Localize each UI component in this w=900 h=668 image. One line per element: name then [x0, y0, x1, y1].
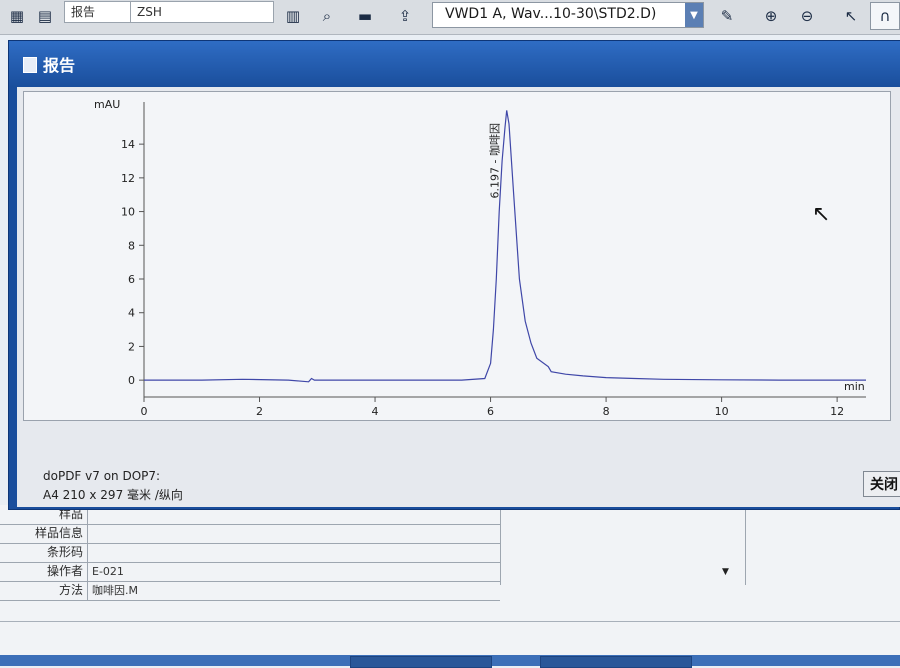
x-tick-label: 10: [715, 405, 729, 418]
form-divider: [0, 621, 900, 622]
x-axis-label: min: [844, 380, 865, 393]
export-icon[interactable]: ⇪: [390, 2, 420, 30]
zoom-in-icon[interactable]: ⊕: [756, 2, 786, 30]
printer-info-line2: A4 210 x 297 毫米 /纵向: [43, 488, 183, 502]
taskbar: [0, 655, 900, 668]
y-tick-label: 8: [128, 239, 135, 252]
y-tick-label: 10: [121, 206, 135, 219]
chevron-down-icon[interactable]: ▼: [685, 3, 703, 27]
y-tick-label: 6: [128, 273, 135, 286]
form-row-label: 条形码: [0, 543, 88, 562]
form-row-method: 方法 咖啡因.M: [0, 581, 500, 601]
grid-icon[interactable]: ▦: [2, 2, 32, 30]
y-tick-label: 12: [121, 172, 135, 185]
y-tick-label: 4: [128, 307, 135, 320]
palette-icon[interactable]: ✎: [712, 2, 742, 30]
x-tick-label: 12: [830, 405, 844, 418]
dialog-client: mAU min 0 2 4 6 8 10 12 0 2 4 6 8 10 12 14 6.197 - 咖啡…: [17, 87, 900, 507]
print-icon[interactable]: ▬: [350, 2, 380, 30]
close-button[interactable]: 关闭: [863, 471, 900, 497]
y-tick-label: 14: [121, 138, 135, 151]
form-row-label: 样品信息: [0, 524, 88, 543]
signal-selector[interactable]: VWD1 A, Wav...10-30\STD2.D) ▼: [432, 2, 704, 28]
form-row-label: 操作者: [0, 562, 88, 581]
taskbar-item[interactable]: [350, 656, 492, 668]
x-tick-label: 8: [603, 405, 610, 418]
pointer-icon[interactable]: ↖: [836, 2, 866, 30]
y-tick-label: 0: [128, 374, 135, 387]
form-side-panel: [500, 505, 746, 585]
chromatogram-chart: mAU min 0 2 4 6 8 10 12 0 2 4 6 8 10 12 14 6.197 - 咖啡…: [94, 98, 866, 418]
printer-info-line1: doPDF v7 on DOP7:: [43, 469, 161, 483]
y-axis-label: mAU: [94, 98, 120, 111]
form-row-label: 方法: [0, 581, 88, 600]
peak-icon[interactable]: ∩: [870, 2, 900, 30]
report-dialog: 报告 mAU min 0 2 4 6 8 10 12 0 2 4 6 8 10 12 14 6.197 -…: [8, 40, 900, 510]
dialog-titlebar[interactable]: 报告: [9, 41, 900, 87]
form-row-value[interactable]: 咖啡因.M: [92, 581, 138, 600]
table-icon[interactable]: ▥: [278, 2, 308, 30]
form-row-barcode: 条形码: [0, 543, 500, 563]
form-row-operator: 操作者 E-021: [0, 562, 500, 582]
chevron-down-icon[interactable]: ▼: [722, 567, 729, 577]
y-tick-label: 2: [128, 340, 135, 353]
dialog-title: 报告: [43, 56, 76, 75]
chromatogram-panel: mAU min 0 2 4 6 8 10 12 0 2 4 6 8 10 12 14 6.197 - 咖啡…: [23, 91, 891, 421]
main-toolbar: ▦ ▤ 报告 ZSH ▥ ⌕ ▬ ⇪ VWD1 A, Wav...10-30\S…: [0, 0, 900, 35]
x-tick-label: 4: [372, 405, 379, 418]
sample-form: 文 样品 样品信息 条形码 操作者 E-021 方法 咖啡因.M ▼: [0, 466, 900, 655]
taskbar-item[interactable]: [540, 656, 692, 668]
x-tick-label: 6: [487, 405, 494, 418]
mouse-cursor-icon: ↖: [812, 202, 831, 227]
x-tick-label: 0: [141, 405, 148, 418]
chart-icon[interactable]: ▤: [30, 2, 60, 30]
preview-icon[interactable]: ⌕: [312, 2, 342, 30]
signal-selector-value: VWD1 A, Wav...10-30\STD2.D): [445, 6, 657, 22]
x-tick-label: 2: [256, 405, 263, 418]
peak-label: 6.197 - 咖啡因: [488, 123, 502, 198]
document-icon: [23, 57, 37, 73]
report-field[interactable]: 报告: [64, 1, 138, 23]
sample-field[interactable]: ZSH: [130, 1, 274, 23]
form-row-value[interactable]: E-021: [92, 562, 124, 581]
signal-trace: [144, 110, 866, 383]
form-row-sample-info: 样品信息: [0, 524, 500, 544]
zoom-out-icon[interactable]: ⊖: [792, 2, 822, 30]
